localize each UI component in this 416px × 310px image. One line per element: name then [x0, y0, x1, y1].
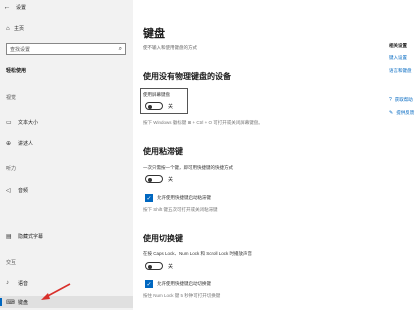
related-settings-title: 相关设置 [389, 43, 407, 48]
search-icon: ⌕ [118, 45, 122, 52]
toggle-keys-toggle-row: 关 [145, 262, 173, 270]
sidebar-item-label: 键盘 [18, 299, 29, 306]
search-placeholder: 查找设置 [10, 46, 31, 53]
help-icon: ? [389, 97, 392, 103]
sidebar-item-label: 讲述人 [18, 140, 34, 147]
sidebar-item-captions[interactable]: ▤ 隐藏式字幕 [6, 230, 126, 242]
sticky-keys-note: 按下 Shift 键五次可打开或关闭粘滞键 [143, 207, 218, 212]
page-subtitle: 使不输入和使用键盘的方式 [143, 45, 197, 50]
magnifier-icon: ⊕ [6, 140, 12, 147]
toggle-shortcut-checkbox[interactable]: ✓ [145, 280, 153, 288]
toggle-state: 关 [168, 263, 174, 270]
keyboard-icon: ⌨ [6, 299, 15, 306]
help-link-label: 获取帮助 [394, 97, 413, 102]
link-typing-settings[interactable]: 键入设置 [389, 55, 407, 61]
toggle-shortcut-row: ✓ 允许使用快捷键启动切换键 [145, 280, 211, 288]
toggle-knob [148, 177, 152, 182]
toggle-keys-note: 按住 Num Lock 键 5 秒钟可打开切换键 [143, 293, 221, 298]
sidebar-item-label: 语音 [18, 280, 29, 287]
back-arrow-icon: ← [3, 3, 11, 11]
nav-home[interactable]: ⌂ 主页 [6, 25, 25, 33]
search-input[interactable]: 查找设置 ⌕ [6, 43, 126, 55]
toggle-keys-toggle[interactable] [145, 262, 163, 270]
link-language-keyboard[interactable]: 语言和键盘 [389, 68, 412, 74]
feedback-link[interactable]: ✎ 提供反馈 [389, 110, 414, 116]
toggle-knob [148, 104, 152, 109]
group-label-interaction: 交互 [6, 260, 17, 266]
toggle-state: 关 [168, 103, 174, 110]
display-icon: ▭ [6, 119, 12, 126]
sticky-shortcut-label: 允许使用快捷键启动粘滞键 [157, 195, 211, 200]
section-heading-toggle: 使用切换键 [143, 234, 183, 243]
sticky-keys-toggle-row: 关 [145, 175, 173, 183]
sidebar-item-audio[interactable]: ◁ 音频 [6, 184, 126, 196]
main-content: 键盘 使不输入和使用键盘的方式 使用没有物理键盘的设备 使用屏幕键盘 关 按下 … [133, 0, 416, 310]
home-icon: ⌂ [6, 25, 10, 32]
window-title: 设置 [16, 4, 27, 11]
group-label-vision: 视觉 [6, 95, 17, 101]
toggle-shortcut-label: 允许使用快捷键启动切换键 [157, 281, 211, 286]
sticky-keys-toggle[interactable] [145, 175, 163, 183]
onscreen-keyboard-toggle-row: 关 [145, 102, 173, 110]
sidebar-item-label: 文本大小 [18, 119, 39, 126]
title-bar: ← 设置 [0, 0, 133, 14]
sidebar-item-label: 隐藏式字幕 [18, 233, 44, 240]
toggle-state: 关 [168, 176, 174, 183]
sidebar: ← 设置 ⌂ 主页 查找设置 ⌕ 轻松使用 视觉 ▭ 文本大小 ⊕ 讲述人 听力… [0, 0, 133, 310]
check-icon: ✓ [146, 195, 152, 202]
back-button[interactable]: ← [0, 0, 14, 14]
onscreen-keyboard-toggle[interactable] [145, 102, 163, 110]
section-heading-sticky: 使用粘滞键 [143, 147, 183, 156]
section-heading-onscreen: 使用没有物理键盘的设备 [143, 72, 231, 81]
sidebar-item-text-size[interactable]: ▭ 文本大小 [6, 116, 126, 128]
annotation-arrow [41, 283, 71, 300]
feedback-link-label: 提供反馈 [396, 110, 415, 115]
onscreen-keyboard-label: 使用屏幕键盘 [143, 92, 170, 97]
group-label-hearing: 听力 [6, 166, 17, 172]
sticky-shortcut-row: ✓ 允许使用快捷键启动粘滞键 [145, 194, 211, 202]
check-icon: ✓ [146, 281, 152, 288]
toggle-keys-label: 在按 Caps Lock、Num Lock 和 Scroll Lock 时播放声… [143, 251, 253, 256]
page-title: 键盘 [143, 28, 165, 40]
help-link[interactable]: ? 获取帮助 [389, 97, 413, 103]
nav-home-label: 主页 [14, 26, 25, 32]
sidebar-item-narrator[interactable]: ⊕ 讲述人 [6, 137, 126, 149]
caption-icon: ▤ [6, 233, 12, 240]
sidebar-section-title: 轻松使用 [6, 68, 27, 74]
sidebar-item-label: 音频 [18, 187, 29, 194]
audio-icon: ◁ [6, 187, 11, 194]
feedback-icon: ✎ [389, 110, 394, 116]
sticky-keys-label: 一次只需按一个键，即可用快捷键的快捷方式 [143, 165, 233, 170]
onscreen-keyboard-note: 按下 Windows 徽标键 ⊞ + Ctrl + O 可打开或关闭屏幕键盘。 [143, 120, 263, 125]
speech-icon: ♪ [6, 280, 9, 286]
toggle-knob [148, 264, 152, 269]
sticky-shortcut-checkbox[interactable]: ✓ [145, 194, 153, 202]
